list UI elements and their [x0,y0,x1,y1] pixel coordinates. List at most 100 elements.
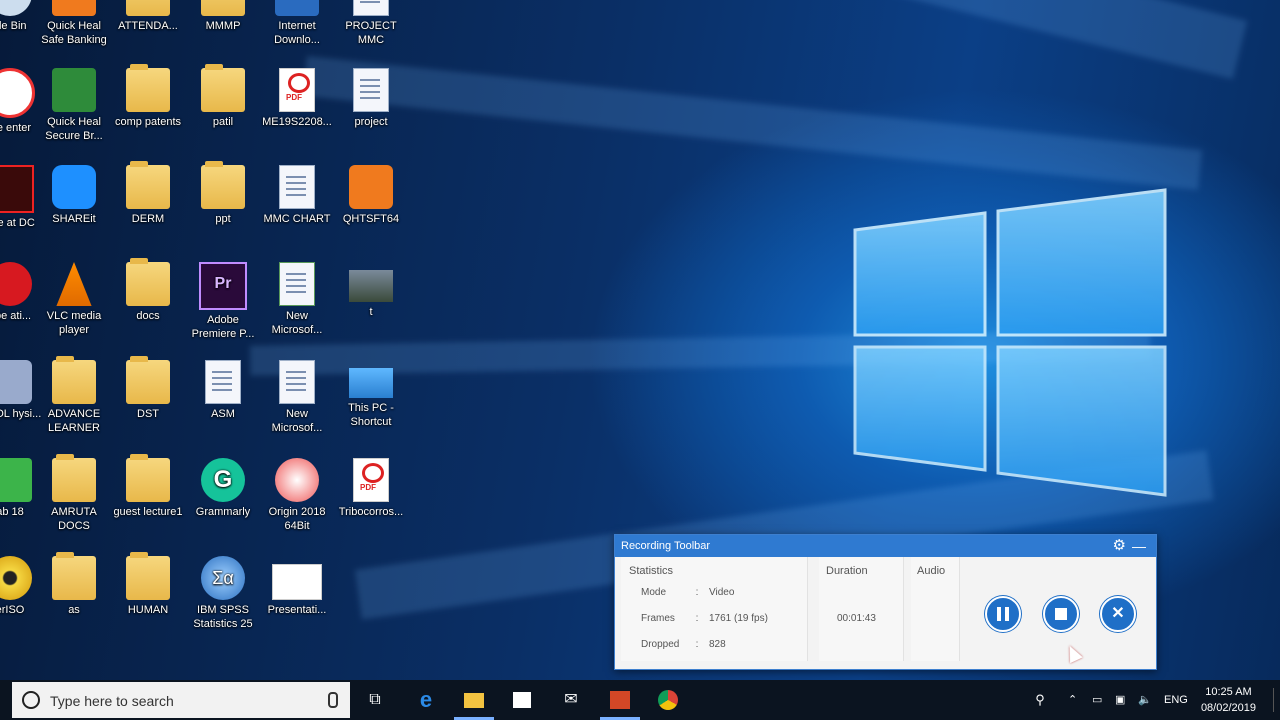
file-explorer-icon[interactable] [462,688,486,712]
stat-sep: : [695,639,699,650]
stat-key: Frames [641,613,675,624]
desktop-icon-t[interactable]: t [335,262,407,319]
desktop-icon-this-pc[interactable]: This PC - Shortcut [335,360,407,429]
desktop-icon-new-microsoft-2[interactable]: New Microsof... [261,360,333,435]
folder-icon [52,552,96,600]
desktop-icon-label: project [354,116,388,128]
desktop-icon-tribocorros[interactable]: Tribocorros... [335,458,407,519]
folder-icon [201,0,245,16]
desktop-icon-label: Quick Heal Safe Banking [41,20,107,46]
edge-icon[interactable]: e [414,688,438,712]
cortana-icon [22,691,40,709]
windows-logo [853,188,1167,497]
desktop-icon-label: ATTENDA... [118,20,178,32]
desktop-icon-label: Presentati... [267,604,327,616]
task-view-icon[interactable]: ⧉ [363,688,387,712]
desktop-icon-comp-patents[interactable]: comp patents [112,64,184,129]
battery-icon[interactable]: ▭ [1092,680,1102,720]
desktop-icon-advance-learner[interactable]: ADVANCE LEARNER [38,356,110,435]
volume-icon[interactable]: 🔈 [1138,680,1152,720]
microphone-icon[interactable] [328,692,338,708]
adobe-creative-cloud-icon [0,68,35,118]
desktop-icon-label: AMRUTA DOCS [51,506,97,532]
desktop-icon-mmc-chart[interactable]: MMC CHART [261,165,333,226]
close-button[interactable]: ✕ [1100,596,1136,632]
folder-icon [126,0,170,16]
desktop-icon-origin[interactable]: Origin 2018 64Bit [261,458,333,533]
desktop-icon-derm[interactable]: DERM [112,161,184,226]
stop-button[interactable] [1043,596,1079,632]
desktop-icon-ppt[interactable]: ppt [187,161,259,226]
stat-value: 828 [709,639,726,650]
desktop-icon-label: SHAREit [52,213,96,225]
desktop-icon-label: HUMAN [127,604,169,616]
desktop-icon-internet-download[interactable]: Internet Downlo... [261,0,333,47]
desktop-icon-label: DST [137,408,159,420]
desktop-icon-vlc[interactable]: VLC media player [38,262,110,337]
desktop-icon-qhtsft64[interactable]: QHTSFT64 [335,165,407,226]
desktop-icon-quick-heal-secure[interactable]: Quick Heal Secure Br... [38,68,110,143]
desktop-icon-label: MMC CHART [263,213,331,225]
chevron-up-icon[interactable]: ⌃ [1068,680,1077,720]
taskbar-clock[interactable]: 10:25 AM 08/02/2019 [1201,684,1256,716]
people-icon[interactable]: ⚲ [1028,688,1052,712]
stat-value: 1761 (19 fps) [709,613,768,624]
language-indicator[interactable]: ENG [1164,680,1188,720]
origin-icon [275,458,319,502]
duration-value: 00:01:43 [837,613,876,624]
store-icon[interactable] [510,688,534,712]
recording-toolbar-titlebar[interactable]: Recording Toolbar ⚙ — [615,535,1156,557]
desktop-icon-label: Internet Downlo... [274,20,320,46]
desktop-icon-human[interactable]: HUMAN [112,552,184,617]
desktop-icon-mmmp[interactable]: MMMP [187,0,259,33]
desktop-icon-label: ADVANCE LEARNER [47,408,101,434]
desktop-icon-project-mmc[interactable]: PROJECT MMC [335,0,407,47]
chrome-icon[interactable] [656,688,680,712]
desktop-icon-attendance[interactable]: ATTENDA... [112,0,184,33]
presentation-icon [272,564,322,600]
mail-icon[interactable]: ✉ [559,688,583,712]
desktop-icon-spss[interactable]: Σα IBM SPSS Statistics 25 [187,556,259,631]
desktop-icon-project[interactable]: project [335,68,407,129]
folder-icon [52,454,96,502]
adobe-icon [0,262,32,306]
show-desktop-button[interactable] [1273,688,1280,712]
desktop-icon-asm[interactable]: ASM [187,360,259,421]
network-icon[interactable]: ▣ [1115,680,1125,720]
desktop-icon-premiere[interactable]: Pr Adobe Premiere P... [187,262,259,341]
desktop-icon-dst[interactable]: DST [112,356,184,421]
desktop-icon-amruta-docs[interactable]: AMRUTA DOCS [38,454,110,533]
desktop-icon-presentation[interactable]: Presentati... [261,556,333,617]
desktop-icon-label: DERM [131,213,165,225]
gear-icon[interactable]: ⚙ [1113,537,1126,555]
statistics-header: Statistics [629,565,674,577]
desktop-icon-label: PROJECT MMC [345,20,397,46]
desktop-icon-patil[interactable]: patil [187,64,259,129]
stat-row-mode: Mode: Video [641,587,734,598]
desktop-icon-label: ASM [211,408,235,420]
desktop-icon-me19s2208[interactable]: ME19S2208... [261,68,333,129]
internet-download-manager-icon [275,0,319,16]
document-icon [279,360,315,404]
clock-date: 08/02/2019 [1200,702,1256,714]
desktop-icon-guest-lecture[interactable]: guest lecture1 [112,454,184,519]
desktop-icon-quick-heal-banking[interactable]: Quick Heal Safe Banking [38,0,110,47]
pause-button[interactable] [985,596,1021,632]
minimize-icon[interactable]: — [1132,535,1146,557]
folder-icon [126,356,170,404]
powerpoint-icon[interactable] [608,688,632,712]
folder-icon [126,64,170,112]
desktop-icon-grammarly[interactable]: G Grammarly [187,458,259,519]
close-icon: ✕ [1111,605,1125,622]
desktop-icon-new-microsoft-1[interactable]: New Microsof... [261,262,333,337]
desktop-icon-docs[interactable]: docs [112,258,184,323]
light-beam [302,56,1203,190]
desktop-icon-as[interactable]: as [38,552,110,617]
desktop-icon-shareit[interactable]: SHAREit [38,165,110,226]
comsol-icon [0,360,32,404]
quick-heal-icon [52,0,96,16]
spreadsheet-icon [279,262,315,306]
document-icon [353,0,389,16]
taskbar-search-box[interactable]: Type here to search [12,682,350,718]
chart-app-icon [0,458,32,502]
